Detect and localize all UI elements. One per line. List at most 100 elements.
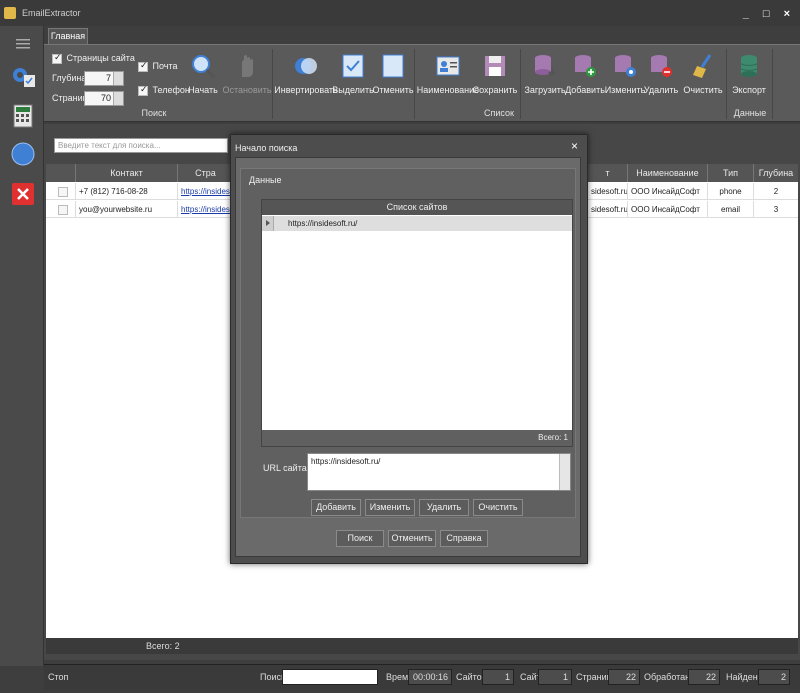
cell-name: ООО ИнсайдСофт [628, 201, 708, 218]
email-check-mark[interactable] [138, 60, 148, 72]
dialog-cancel-button[interactable]: Отменить [388, 530, 436, 547]
cell-contact: +7 (812) 716-08-28 [76, 183, 178, 200]
cell-page-link[interactable]: https://insidesoft [178, 201, 234, 218]
row-checkbox[interactable] [58, 204, 68, 215]
cell-depth: 2 [773, 187, 779, 196]
depth-stepper[interactable]: 7 [84, 71, 124, 86]
maximize-button[interactable]: □ [763, 8, 770, 20]
left-nav [0, 26, 44, 666]
floppy-disk-icon [485, 56, 505, 76]
status-pages-label: Страниц [576, 672, 612, 682]
minimize-button[interactable]: _ [743, 8, 749, 20]
url-input[interactable]: https://insidesoft.ru/ [307, 453, 571, 491]
column-site[interactable]: т [588, 164, 628, 182]
export-label: Экспорт [732, 85, 766, 95]
database-delete-icon [651, 55, 672, 77]
close-button[interactable]: × [784, 8, 790, 20]
cell-type: phone [708, 183, 754, 200]
row-checkbox-cell[interactable] [46, 183, 76, 200]
status-search-field[interactable] [282, 669, 378, 685]
column-page[interactable]: Стра [178, 164, 234, 182]
database-export-icon [740, 55, 758, 77]
globe-icon[interactable] [8, 140, 38, 168]
search-input[interactable]: Введите текст для поиска... [54, 138, 228, 153]
magnifier-icon [192, 55, 216, 79]
dialog-edit-button[interactable]: Изменить [365, 499, 415, 516]
email-checkbox[interactable]: Почта [138, 60, 178, 72]
status-pages: 22 [608, 669, 640, 685]
status-bar: Стоп Поиск Время 00:00:16 Сайтов 1 Сайт … [44, 664, 800, 690]
site-pages-check-mark[interactable] [52, 52, 62, 64]
column-contact[interactable]: Контакт [76, 164, 178, 182]
dialog-help-button[interactable]: Справка [440, 530, 488, 547]
title-bar: EmailExtractor _ □ × [0, 0, 800, 26]
dialog-add-button[interactable]: Добавить [311, 499, 361, 516]
checkbox-icon [342, 54, 364, 78]
dialog-delete-button[interactable]: Удалить [419, 499, 469, 516]
window-title: EmailExtractor [22, 8, 81, 18]
calculator-icon[interactable] [8, 102, 38, 130]
email-label: Почта [152, 61, 178, 71]
row-checkbox-cell[interactable] [46, 201, 76, 218]
delete-label: Удалить [643, 85, 679, 95]
status-stop: Стоп [48, 672, 69, 682]
cell-site: sidesoft.ru/ [588, 201, 628, 218]
dialog-close-icon[interactable]: × [571, 139, 578, 153]
exit-icon[interactable] [8, 180, 38, 208]
pages-stepper[interactable]: 70 [84, 91, 124, 106]
cell-depth: 3 [773, 205, 779, 214]
broom-icon [693, 54, 712, 78]
status-processed: 22 [688, 669, 720, 685]
invert-icon [295, 58, 317, 74]
save-label: Сохранить [472, 85, 518, 95]
header-indicator [46, 164, 76, 182]
cell-site: sidesoft.ru/ [588, 183, 628, 200]
empty-checkbox-icon [382, 54, 404, 78]
dialog-title: Начало поиска [235, 143, 298, 153]
clear-label: Очистить [683, 85, 723, 95]
status-found: 2 [758, 669, 790, 685]
window-controls: _ □ × [743, 8, 790, 20]
cell-page-link[interactable]: https://insidesoft [178, 183, 234, 200]
unselect-button[interactable]: Отменить [366, 49, 420, 95]
column-type[interactable]: Тип [708, 164, 754, 182]
sites-list-total: Всего: 1 [262, 430, 572, 446]
status-sites: 1 [482, 669, 514, 685]
site-url: https://insidesoft.ru/ [288, 219, 358, 228]
separator [414, 49, 415, 119]
list-group-label: Список [484, 108, 514, 118]
data-group-title: Данные [249, 175, 282, 185]
phone-check-mark[interactable] [138, 84, 148, 96]
status-time: 00:00:16 [408, 669, 452, 685]
grid-total: Всего: 2 [146, 641, 180, 651]
dialog-clear-button[interactable]: Очистить [473, 499, 523, 516]
contact-card-icon [436, 56, 460, 76]
cell-contact: you@yourwebsite.ru [76, 201, 178, 218]
cell-type: email [708, 201, 754, 218]
database-add-icon [575, 55, 596, 77]
cell-name: ООО ИнсайдСофт [628, 183, 708, 200]
gear-check-icon[interactable] [8, 62, 38, 90]
column-depth[interactable]: Глубина [754, 164, 798, 182]
tab-home[interactable]: Главная [48, 28, 88, 44]
row-checkbox[interactable] [58, 186, 68, 197]
column-name[interactable]: Наименование [628, 164, 708, 182]
sites-list: Список сайтов https://insidesoft.ru/ Все… [261, 199, 573, 447]
database-load-icon [535, 55, 556, 77]
status-site: 1 [538, 669, 572, 685]
export-button[interactable]: Экспорт [722, 49, 776, 95]
site-pages-checkbox[interactable]: Страницы сайта [52, 52, 135, 64]
save-button[interactable]: Сохранить [468, 49, 522, 95]
dialog-body: Данные Список сайтов https://insidesoft.… [235, 157, 581, 557]
start-search-dialog: Начало поиска × Данные Список сайтов htt… [230, 134, 588, 564]
app-icon [4, 7, 16, 19]
hamburger-menu-icon[interactable] [8, 30, 38, 58]
grid-footer: Всего: 2 [46, 638, 798, 654]
stop-button[interactable]: Остановить [220, 49, 274, 95]
site-pages-label: Страницы сайта [66, 53, 135, 63]
start-label: Начать [188, 85, 218, 95]
stop-label: Остановить [222, 85, 272, 95]
list-item[interactable]: https://insidesoft.ru/ [262, 216, 572, 231]
data-group: Данные Список сайтов https://insidesoft.… [240, 168, 576, 518]
dialog-search-button[interactable]: Поиск [336, 530, 384, 547]
